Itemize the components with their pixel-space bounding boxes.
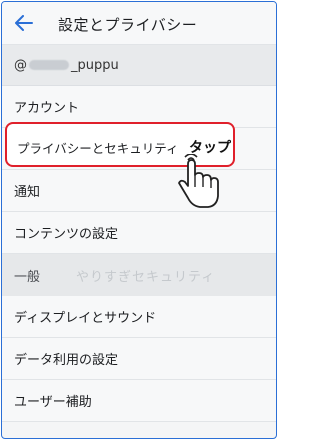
menu-item-label: アカウント bbox=[14, 101, 80, 116]
phone-screen: 設定とプライバシー @ _puppu アカウント 通知 コンテンツの設定 一般 … bbox=[1, 1, 277, 439]
menu-item-label: 通知 bbox=[14, 185, 41, 200]
section-label: 一般 bbox=[14, 269, 41, 285]
menu-item-label: コンテンツの設定 bbox=[14, 227, 119, 242]
section-header-general: 一般 やりすぎセキュリティ bbox=[2, 254, 276, 296]
handle-prefix: @ bbox=[14, 57, 27, 73]
menu-item-label: ユーザー補助 bbox=[14, 395, 92, 410]
menu-item-data-usage[interactable]: データ利用の設定 bbox=[2, 338, 276, 380]
handle-suffix: _puppu bbox=[71, 57, 119, 73]
blurred-username bbox=[29, 60, 69, 70]
menu-item-content-settings[interactable]: コンテンツの設定 bbox=[2, 212, 276, 254]
account-handle: @ _puppu bbox=[2, 45, 276, 86]
watermark-text: やりすぎセキュリティ bbox=[76, 270, 216, 285]
page-title: 設定とプライバシー bbox=[58, 16, 198, 34]
menu-item-label: データ利用の設定 bbox=[14, 353, 119, 368]
menu-item-accessibility[interactable]: ユーザー補助 bbox=[2, 380, 276, 422]
top-bar: 設定とプライバシー bbox=[2, 2, 276, 45]
menu-item-display-sound[interactable]: ディスプレイとサウンド bbox=[2, 296, 276, 338]
menu-item-label: ディスプレイとサウンド bbox=[14, 311, 157, 326]
back-arrow-icon[interactable] bbox=[12, 11, 36, 35]
highlight-label: プライバシーとセキュリティ bbox=[17, 141, 179, 156]
tapping-hand-icon bbox=[176, 153, 222, 212]
menu-item-notifications[interactable]: 通知 bbox=[2, 170, 276, 212]
